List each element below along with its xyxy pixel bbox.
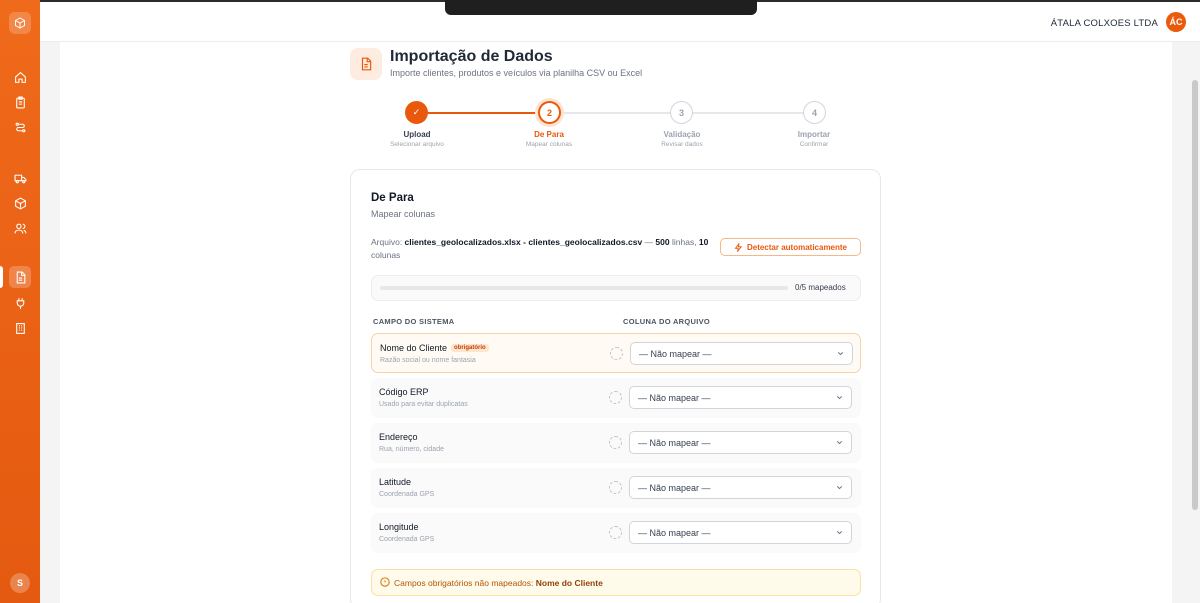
column-select[interactable]: — Não mapear — <box>629 521 852 544</box>
rows-count: 500 <box>655 237 670 247</box>
field-description: Coordenada GPS <box>379 491 435 498</box>
step-4-circle[interactable]: 4 <box>803 101 826 124</box>
field-row-nome-cliente: Nome do Cliente obrigatório Razão social … <box>371 333 861 373</box>
detect-label: Detectar automaticamente <box>746 242 848 252</box>
field-description: Usado para evitar duplicatas <box>379 401 468 408</box>
page-title: Importação de Dados <box>390 48 553 65</box>
page-scrollbar[interactable] <box>1192 80 1198 510</box>
step-3-circle[interactable]: 3 <box>670 101 693 124</box>
field-name: Endereço <box>379 432 418 442</box>
step-1-sub: Selecionar arquivo <box>390 141 444 148</box>
home-icon[interactable] <box>9 66 31 88</box>
field-row-longitude: Longitude Coordenada GPS — Não mapear — <box>371 513 861 553</box>
route-icon[interactable] <box>9 116 31 138</box>
column-select[interactable]: — Não mapear — <box>629 431 852 454</box>
field-name: Latitude <box>379 477 412 487</box>
cols-count: 10 <box>698 237 709 247</box>
sidebar: S <box>0 0 40 603</box>
truck-icon[interactable] <box>9 167 31 189</box>
users-icon[interactable] <box>9 217 31 239</box>
unmapped-status-icon <box>609 391 622 404</box>
field-row-endereco: Endereço Rua, número, cidade — Não mapea… <box>371 423 861 463</box>
field-description: Rua, número, cidade <box>379 446 444 453</box>
field-row-codigo-erp: Código ERP Usado para evitar duplicatas … <box>371 378 861 418</box>
warning-text: Campos obrigatórios não mapeados: Nome d… <box>394 578 603 588</box>
plug-icon[interactable] <box>9 292 31 314</box>
company-name: ÁTALA COLXOES LTDA <box>1050 18 1158 29</box>
chevron-down-icon <box>836 396 843 400</box>
field-row-latitude: Latitude Coordenada GPS — Não mapear — <box>371 468 861 508</box>
column-select[interactable]: — Não mapear — <box>629 476 852 499</box>
card-title: De Para <box>371 192 414 204</box>
column-header-system: CAMPO DO SISTEMA <box>373 317 455 326</box>
step-3-label: Validação <box>663 130 701 139</box>
user-avatar[interactable]: ÁC <box>1166 12 1186 32</box>
info-circle-icon <box>380 577 390 587</box>
page-icon <box>350 48 382 80</box>
step-connector <box>561 112 670 114</box>
warning-field: Nome do Cliente <box>535 578 603 588</box>
required-badge: obrigatório <box>451 344 489 352</box>
building-icon[interactable] <box>9 317 31 339</box>
lightning-icon <box>734 242 743 252</box>
app-logo-icon[interactable] <box>9 12 31 34</box>
step-1-label: Upload <box>403 130 431 139</box>
step-1-circle[interactable]: ✓ <box>405 101 428 124</box>
field-name: Código ERP <box>379 387 429 397</box>
step-connector <box>693 112 803 114</box>
step-2-sub: Mapear colunas <box>525 141 573 148</box>
step-4-label: Importar <box>797 130 831 139</box>
step-3-sub: Revisar dados <box>661 141 703 148</box>
step-4-sub: Confirmar <box>799 141 829 148</box>
progress-text: 0/5 mapeados <box>795 283 846 292</box>
unmapped-status-icon <box>609 526 622 539</box>
card-subtitle: Mapear colunas <box>371 209 436 219</box>
chevron-down-icon <box>836 531 843 535</box>
step-connector-done <box>428 112 538 114</box>
field-name: Longitude <box>379 522 419 532</box>
unmapped-status-icon <box>609 481 622 494</box>
sidebar-user-avatar[interactable]: S <box>10 573 30 593</box>
field-description: Razão social ou nome fantasia <box>380 357 476 364</box>
chevron-down-icon <box>836 486 843 490</box>
page-subtitle: Importe clientes, produtos e veículos vi… <box>390 68 643 78</box>
unmapped-status-icon <box>610 347 623 360</box>
progress-track <box>380 286 788 290</box>
detect-automatically-button[interactable]: Detectar automaticamente <box>720 238 861 256</box>
unmapped-status-icon <box>609 436 622 449</box>
toast-notification <box>445 0 757 15</box>
column-select[interactable]: — Não mapear — <box>630 342 853 365</box>
step-2-circle[interactable]: 2 <box>538 101 561 124</box>
box-icon[interactable] <box>9 192 31 214</box>
column-header-file: COLUNA DO ARQUIVO <box>623 317 711 326</box>
file-info: Arquivo: clientes_geolocalizados.xlsx - … <box>371 237 709 260</box>
field-description: Coordenada GPS <box>379 536 435 543</box>
column-select[interactable]: — Não mapear — <box>629 386 852 409</box>
step-2-label: De Para <box>534 130 564 139</box>
chevron-down-icon <box>836 441 843 445</box>
chevron-down-icon <box>837 352 844 356</box>
active-indicator <box>0 266 3 288</box>
file-import-icon[interactable] <box>9 266 31 288</box>
file-name: clientes_geolocalizados.xlsx - clientes_… <box>404 237 643 247</box>
clipboard-icon[interactable] <box>9 91 31 113</box>
field-name: Nome do Cliente <box>380 343 448 353</box>
